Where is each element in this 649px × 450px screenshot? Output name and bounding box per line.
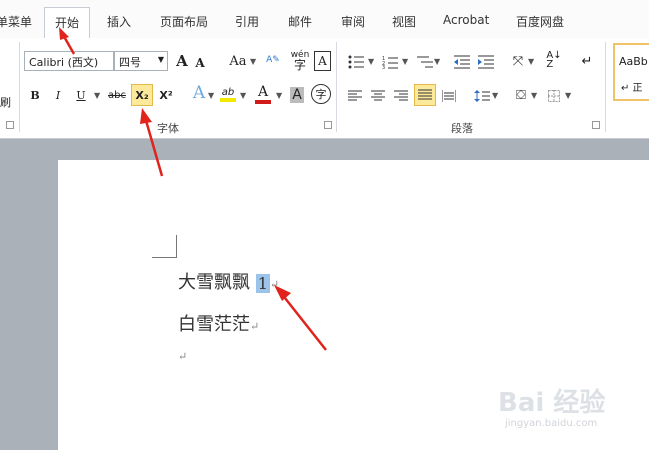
annotation-arrows: [59, 27, 327, 351]
arrow-to-selected-text: [274, 285, 327, 351]
arrow-to-home-tab: [59, 27, 76, 55]
arrow-to-subscript: [140, 108, 164, 177]
